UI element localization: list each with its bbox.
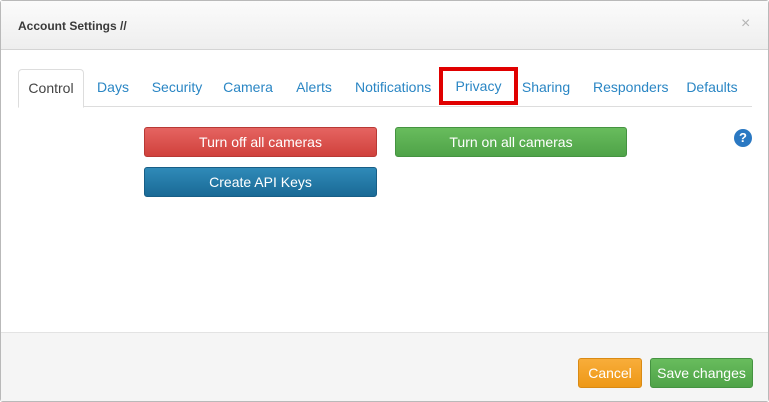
tab-camera[interactable]: Camera: [222, 69, 274, 107]
cancel-button[interactable]: Cancel: [578, 358, 642, 388]
create-api-keys-button[interactable]: Create API Keys: [144, 167, 377, 197]
tab-control[interactable]: Control: [18, 69, 84, 108]
tab-notifications[interactable]: Notifications: [355, 69, 431, 107]
save-changes-button[interactable]: Save changes: [650, 358, 753, 388]
modal-title: Account Settings //: [18, 19, 127, 33]
close-icon[interactable]: ×: [741, 15, 750, 33]
settings-tabs: Control Days Security Camera Alerts Noti…: [18, 67, 752, 108]
tab-responders[interactable]: Responders: [593, 69, 669, 107]
tab-days[interactable]: Days: [94, 69, 132, 107]
account-settings-modal: Account Settings // × Control Days Secur…: [0, 0, 769, 402]
help-icon[interactable]: ?: [734, 129, 752, 147]
modal-footer: Cancel Save changes: [1, 332, 768, 401]
tab-defaults[interactable]: Defaults: [686, 69, 738, 107]
turn-off-all-cameras-button[interactable]: Turn off all cameras: [144, 127, 377, 157]
turn-on-all-cameras-button[interactable]: Turn on all cameras: [395, 127, 627, 157]
tab-alerts[interactable]: Alerts: [293, 69, 335, 107]
modal-header: Account Settings // ×: [1, 1, 768, 50]
tab-sharing[interactable]: Sharing: [521, 69, 571, 107]
tab-security[interactable]: Security: [148, 69, 206, 107]
tab-privacy[interactable]: Privacy: [439, 67, 518, 105]
